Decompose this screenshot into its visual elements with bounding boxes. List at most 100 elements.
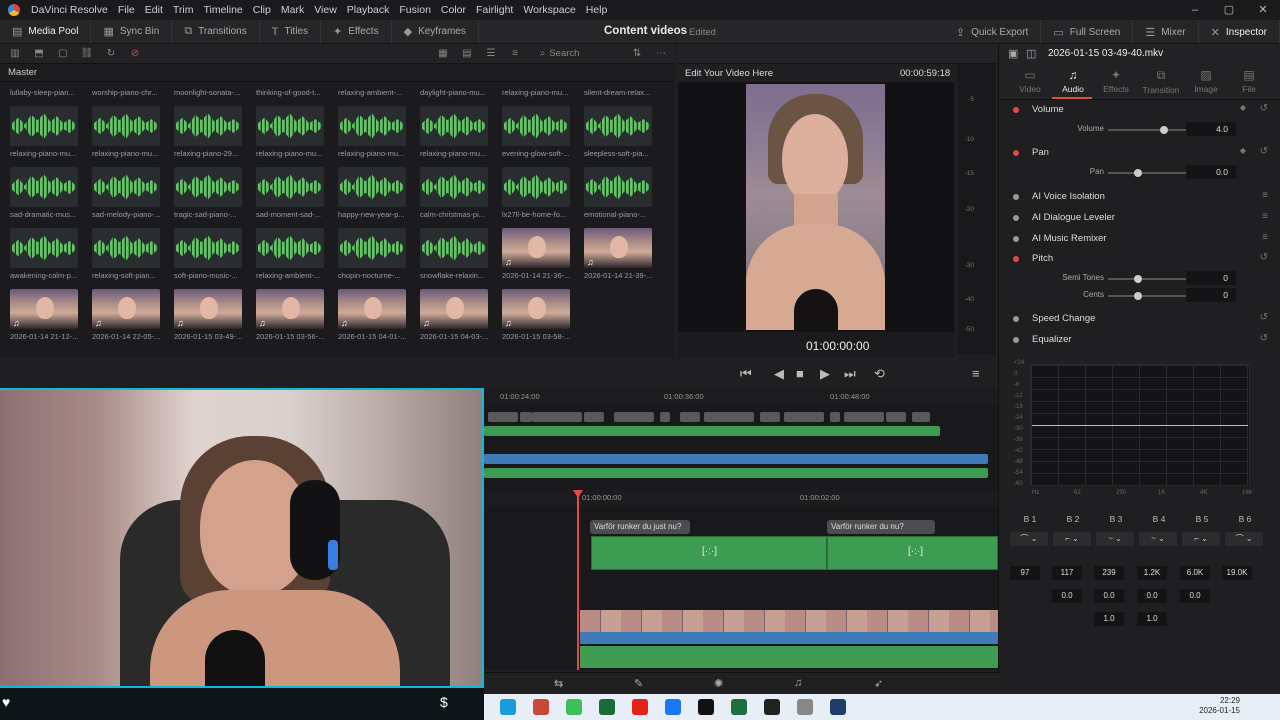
pan-slider[interactable] xyxy=(1108,172,1198,174)
effect-clip-2[interactable]: [·:·] xyxy=(827,536,998,570)
eq-gain-value[interactable]: 0.0 xyxy=(1137,589,1167,603)
eq-frequency-value[interactable]: 97 xyxy=(1010,566,1040,580)
cents-value[interactable]: 0 xyxy=(1186,288,1236,302)
menu-clip[interactable]: Clip xyxy=(248,4,276,16)
import-icon[interactable]: ⬒ xyxy=(30,48,48,59)
keyframe-icon[interactable]: ◆ xyxy=(1240,103,1246,112)
playhead[interactable] xyxy=(573,490,583,670)
pan-section[interactable]: Pan ↺ ◆ xyxy=(1008,143,1274,163)
unlink-icon[interactable]: ⊘ xyxy=(126,48,144,59)
overview-clip[interactable] xyxy=(520,412,532,422)
tab-audio[interactable]: ♫ Audio xyxy=(1050,68,1096,94)
overview-clip[interactable] xyxy=(886,412,906,422)
list-view-icon[interactable]: ☰ xyxy=(482,48,500,59)
timeline-overview[interactable] xyxy=(484,406,998,490)
app-icon[interactable] xyxy=(599,699,615,715)
tab-image[interactable]: ▨ Image xyxy=(1183,68,1229,94)
excel-icon[interactable] xyxy=(731,699,747,715)
options-icon[interactable]: ⋯ xyxy=(652,48,670,59)
eq-q-value[interactable]: 1.0 xyxy=(1094,612,1124,626)
edit-page-icon[interactable]: ✎ xyxy=(634,677,643,690)
go-to-start-icon[interactable]: ⏮ xyxy=(740,366,752,382)
eq-band-type-dropdown[interactable]: ~ ⌄ xyxy=(1096,532,1134,546)
menu-view[interactable]: View xyxy=(309,4,342,16)
speed-change-section[interactable]: Speed Change ↺ xyxy=(1008,309,1274,329)
pitch-section[interactable]: Pitch ↺ xyxy=(1008,249,1274,269)
eq-frequency-value[interactable]: 6.0K xyxy=(1180,566,1210,580)
quick-export-button[interactable]: ⇪ Quick Export xyxy=(944,20,1042,44)
maximize-button[interactable]: ▢ xyxy=(1212,0,1246,20)
volume-slider[interactable] xyxy=(1108,129,1198,131)
metadata-view-icon[interactable]: ≡ xyxy=(506,48,524,59)
enable-dot[interactable] xyxy=(1013,194,1019,200)
go-to-end-icon[interactable]: ⏭ xyxy=(844,366,856,382)
cents-slider[interactable] xyxy=(1108,295,1198,297)
overview-clip[interactable] xyxy=(830,412,840,422)
viewer-timecode[interactable]: 01:00:00:00 xyxy=(806,339,869,353)
new-bin-icon[interactable]: ▢ xyxy=(54,48,72,59)
menu-playback[interactable]: Playback xyxy=(342,4,395,16)
eq-frequency-value[interactable]: 239 xyxy=(1094,566,1124,580)
close-button[interactable]: ✕ xyxy=(1246,0,1280,20)
overview-clip[interactable] xyxy=(760,412,780,422)
media-pool-button[interactable]: ▤ Media Pool xyxy=(0,19,92,44)
effects-button[interactable]: ✦ Effects xyxy=(321,19,392,44)
eq-band-type-dropdown[interactable]: ⌐ ⌄ xyxy=(1182,532,1220,546)
play-reverse-icon[interactable]: ◀ xyxy=(774,366,784,382)
deliver-page-icon[interactable]: ➶ xyxy=(874,677,883,690)
ai-voice-section[interactable]: AI Voice Isolation ≡ xyxy=(1008,187,1274,207)
effect-clip-1[interactable]: [·:·] xyxy=(591,536,827,570)
overview-audio-track[interactable] xyxy=(484,454,988,464)
edge-icon[interactable] xyxy=(500,699,516,715)
overview-clip[interactable] xyxy=(584,412,604,422)
title-clip-2[interactable]: Varför runker du nu? xyxy=(827,520,935,534)
tab-video[interactable]: ▭ Video xyxy=(1007,68,1053,94)
timeline-ruler[interactable]: 01:00:00:00 01:00:02:00 xyxy=(484,490,998,506)
keyframe-icon[interactable]: ◆ xyxy=(1240,146,1246,155)
fusion-page-icon[interactable]: ✺ xyxy=(714,677,723,690)
inspector-button[interactable]: ✕ Inspector xyxy=(1199,20,1280,44)
mixer-button[interactable]: ☰ Mixer xyxy=(1133,20,1199,44)
timeline-options-icon[interactable]: ≡ xyxy=(972,366,980,381)
enable-dot[interactable] xyxy=(1013,337,1019,343)
menu-trim[interactable]: Trim xyxy=(168,4,199,16)
menu-mark[interactable]: Mark xyxy=(276,4,309,16)
cents-knob[interactable] xyxy=(1134,292,1142,300)
keyframes-button[interactable]: ◆ Keyframes xyxy=(392,19,479,44)
ai-music-section[interactable]: AI Music Remixer ≡ xyxy=(1008,229,1274,249)
enable-dot[interactable] xyxy=(1013,215,1019,221)
pan-value[interactable]: 0.0 xyxy=(1186,165,1236,179)
spotify-icon[interactable] xyxy=(566,699,582,715)
menu-fusion[interactable]: Fusion xyxy=(394,4,436,16)
reset-icon[interactable]: ↺ xyxy=(1260,146,1268,157)
overview-clip[interactable] xyxy=(704,412,754,422)
tiktok-icon[interactable] xyxy=(698,699,714,715)
eq-gain-value[interactable]: 0.0 xyxy=(1180,589,1210,603)
fairlight-page-icon[interactable]: ♫ xyxy=(794,677,802,689)
titles-button[interactable]: T Titles xyxy=(260,19,321,44)
minimize-button[interactable]: – xyxy=(1178,0,1212,20)
transitions-button[interactable]: ⧉ Transitions xyxy=(172,19,260,44)
app-icon[interactable] xyxy=(533,699,549,715)
menu-color[interactable]: Color xyxy=(436,4,471,16)
play-icon[interactable]: ▶ xyxy=(820,366,830,382)
search-field[interactable]: ⌕ Search xyxy=(540,46,630,61)
ai-dialogue-section[interactable]: AI Dialogue Leveler ≡ xyxy=(1008,208,1274,228)
overview-clip[interactable] xyxy=(912,412,930,422)
link-icon[interactable]: ⛓ xyxy=(78,48,96,59)
youtube-icon[interactable] xyxy=(632,699,648,715)
sort-icon[interactable]: ⇅ xyxy=(628,48,646,59)
overview-effects-track[interactable] xyxy=(484,426,940,436)
volume-value[interactable]: 4.0 xyxy=(1186,122,1236,136)
enable-dot[interactable] xyxy=(1013,256,1019,262)
reset-icon[interactable]: ↺ xyxy=(1260,103,1268,114)
audio-track-clip[interactable] xyxy=(580,632,998,644)
eq-gain-value[interactable]: 0.0 xyxy=(1052,589,1082,603)
semitones-value[interactable]: 0 xyxy=(1186,271,1236,285)
cut-page-icon[interactable]: ⇆ xyxy=(554,677,563,690)
eq-frequency-value[interactable]: 19.0K xyxy=(1222,566,1252,580)
volume-section[interactable]: Volume ↺ ◆ xyxy=(1008,100,1274,120)
chrome-icon[interactable] xyxy=(764,699,780,715)
overview-audio-track-2[interactable] xyxy=(484,468,988,478)
reset-icon[interactable]: ↺ xyxy=(1260,333,1268,344)
